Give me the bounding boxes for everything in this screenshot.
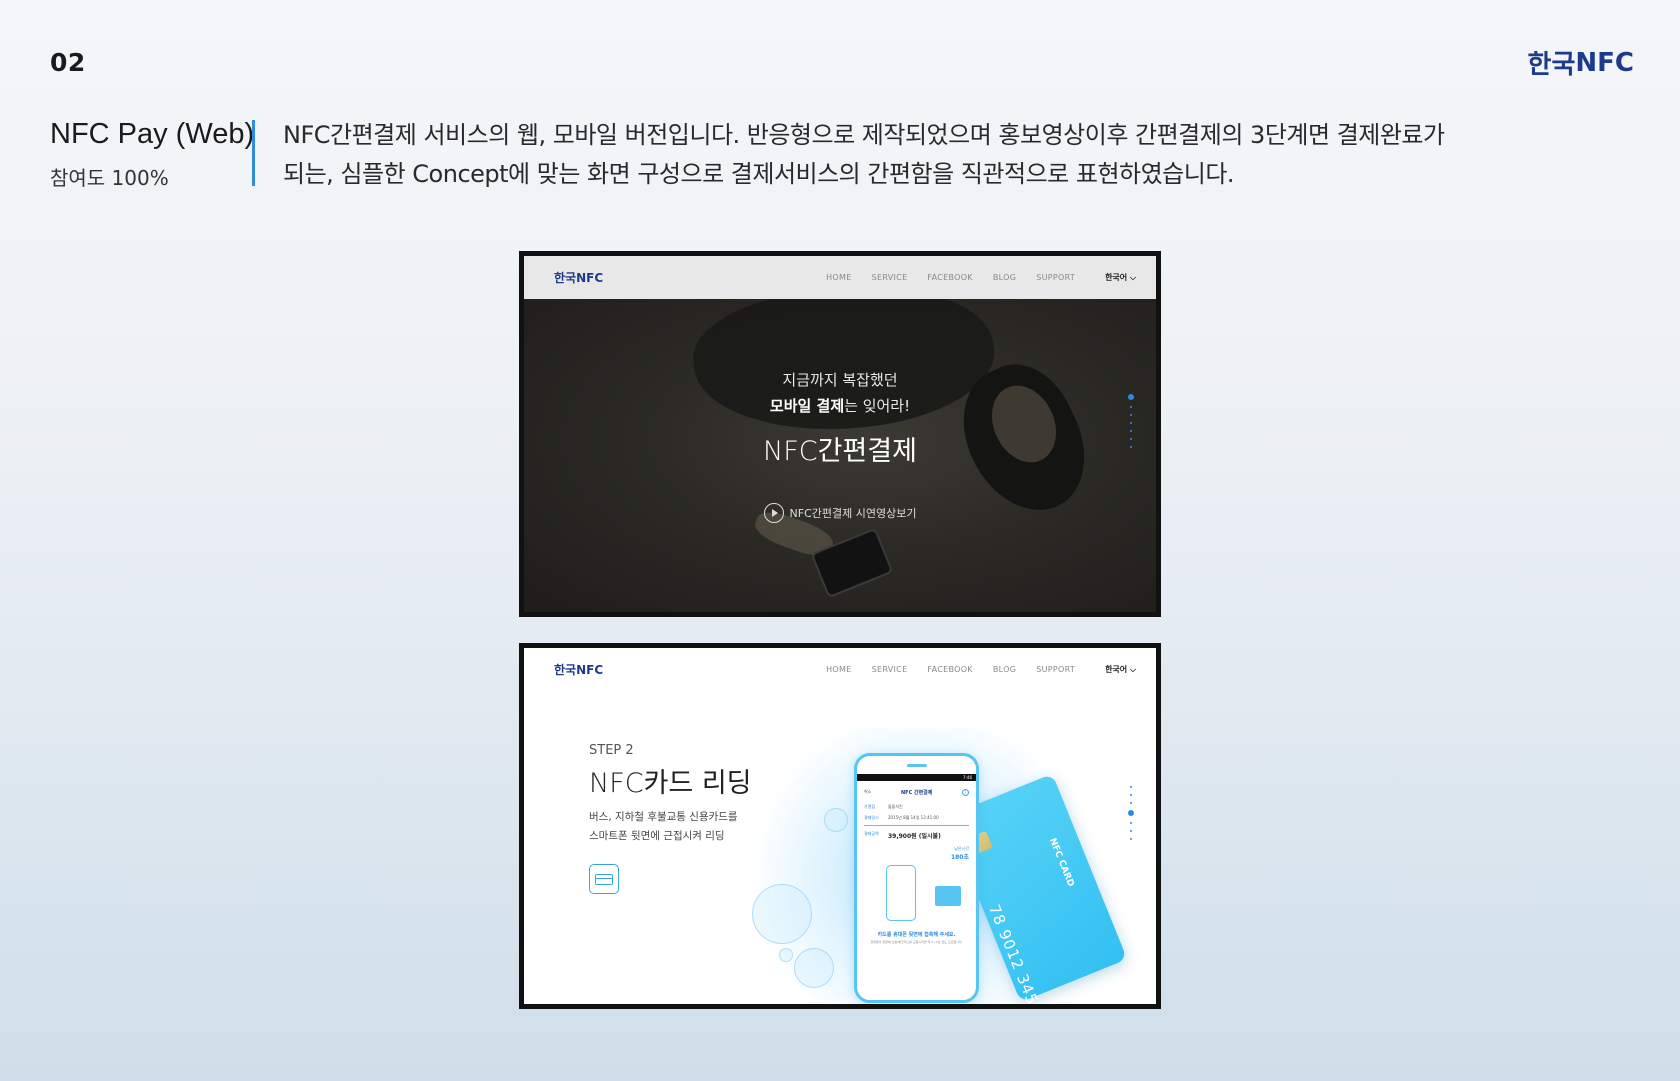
brand-logo: 한국 NFC [1528,44,1634,81]
project-title: NFC Pay (Web) [50,118,255,150]
bubble [794,948,834,988]
project-description: NFC간편결제 서비스의 웹, 모바일 버전입니다. 반응형으로 제작되었으며 … [283,116,1543,194]
page-dot[interactable] [1130,430,1132,432]
title-divider [252,120,255,186]
page-dot[interactable] [1130,406,1132,408]
page-dots [1128,786,1134,840]
language-selector[interactable]: 한국어 ⌵ [1105,272,1136,283]
remaining-time: 남은시간 180초 [950,846,969,861]
mini-phone-illustration [886,865,961,921]
page-dot[interactable] [1130,446,1132,448]
site-logo[interactable]: 한국NFC [554,661,603,678]
page-dot[interactable] [1130,802,1132,804]
logo-korean: 한국 [1527,50,1576,80]
page-dot[interactable] [1130,830,1132,832]
help-icon[interactable]: ? [961,788,969,796]
step-label: STEP 2 [589,743,634,758]
card-brand: NFC CARD [1047,836,1076,889]
nav-item-facebook[interactable]: FACEBOOK [927,665,972,674]
hero-emphasis: 모바일 결제 [769,397,845,415]
phone-mockup: 7:46 취소 NFC 간편결제 ? 가맹점 돌돌치킨 결제일시 2015년 8월 … [854,753,979,1003]
phone-status-bar: 7:46 [857,774,976,781]
logo-nfc: NFC [1575,47,1634,78]
bubble [779,948,793,962]
date-row: 결제일시 2015년 8월 14일 12:41:00 [864,815,939,820]
page-dot[interactable] [1130,422,1132,424]
nav-item-blog[interactable]: BLOG [993,665,1016,674]
hero-banner: 지금까지 복잡했던 모바일 결제는 잊어라! NFC간편결제 NFC간편결제 시… [524,299,1156,612]
nav-item-service[interactable]: SERVICE [872,665,908,674]
bubble [824,808,848,832]
step-title: NFC카드 리딩 [589,768,752,799]
page-dot-active[interactable] [1128,810,1134,816]
step-description: 버스, 지하철 후불교통 신용카드를 스마트폰 뒷면에 근접시켜 리딩 [589,808,789,846]
play-icon [763,503,784,523]
phone-speaker [857,756,976,774]
phone-note: 휴대폰의 뒷면에 신용/체크카드를 근접시키면 약 1~3초 정도 소요됩니다. [870,940,963,944]
step-description-line: 스마트폰 뒷면에 근접시켜 리딩 [589,830,725,842]
hero-tagline: 지금까지 복잡했던 [782,371,898,389]
page-dots [1128,394,1134,448]
step-description-line: 버스, 지하철 후불교통 신용카드를 [589,811,738,823]
nav-item-service[interactable]: SERVICE [872,273,908,282]
page-dot[interactable] [1130,822,1132,824]
nav-item-facebook[interactable]: FACEBOOK [927,273,972,282]
page-dot-active[interactable] [1128,394,1134,400]
mini-card-illustration [935,886,961,906]
nav-item-home[interactable]: HOME [826,665,851,674]
video-button-label: NFC간편결제 시연영상보기 [789,507,917,520]
phone-instruction: 카드를 휴대폰 뒷면에 접촉해 주세요. [877,932,956,938]
hero-mockup: 한국NFC HOME SERVICE FACEBOOK BLOG SUPPORT… [519,251,1161,617]
nav-menu: HOME SERVICE FACEBOOK BLOG SUPPORT 한국어 ⌵ [806,272,1136,283]
phone-divider [864,825,969,826]
nav-item-home[interactable]: HOME [826,273,851,282]
site-nav: 한국NFC HOME SERVICE FACEBOOK BLOG SUPPORT… [524,648,1156,691]
participation-rate: 참여도 100% [50,166,169,190]
credit-card-icon[interactable] [589,864,619,894]
amount-row: 결제금액 39,900원 (일시불) [864,831,941,840]
phone-header: 취소 NFC 간편결제 ? [864,785,969,799]
nav-menu: HOME SERVICE FACEBOOK BLOG SUPPORT 한국어 ⌵ [806,664,1136,675]
step-mockup: 한국NFC HOME SERVICE FACEBOOK BLOG SUPPORT… [519,643,1161,1009]
description-line: NFC간편결제 서비스의 웹, 모바일 버전입니다. 반응형으로 제작되었으며 … [283,121,1445,149]
page-dot[interactable] [1130,838,1132,840]
page-number: 02 [50,48,86,77]
bubble [752,884,812,944]
site-logo[interactable]: 한국NFC [554,269,603,286]
description-line: 되는, 심플한 Concept에 맞는 화면 구성으로 결제서비스의 간편함을 … [283,160,1235,188]
phone-app-logo: NFC 간편결제 [900,789,933,796]
language-selector[interactable]: 한국어 ⌵ [1105,664,1136,675]
cancel-link[interactable]: 취소 [864,789,871,795]
page-dot[interactable] [1130,414,1132,416]
hero-tagline-2: 모바일 결제는 잊어라! [524,395,1156,416]
nav-item-blog[interactable]: BLOG [993,273,1016,282]
video-button[interactable]: NFC간편결제 시연영상보기 [524,503,1156,523]
site-nav: 한국NFC HOME SERVICE FACEBOOK BLOG SUPPORT… [524,256,1156,299]
page-dot[interactable] [1130,438,1132,440]
nav-item-support[interactable]: SUPPORT [1036,273,1075,282]
hero-tagline-rest: 는 잊어라! [844,397,911,415]
phone-screen: 취소 NFC 간편결제 ? 가맹점 돌돌치킨 결제일시 2015년 8월 14일 1… [857,781,976,948]
nav-item-support[interactable]: SUPPORT [1036,665,1075,674]
page-dot[interactable] [1130,786,1132,788]
hero-title: NFC간편결제 [763,436,917,467]
merchant-row: 가맹점 돌돌치킨 [864,804,903,809]
page-dot[interactable] [1130,794,1132,796]
